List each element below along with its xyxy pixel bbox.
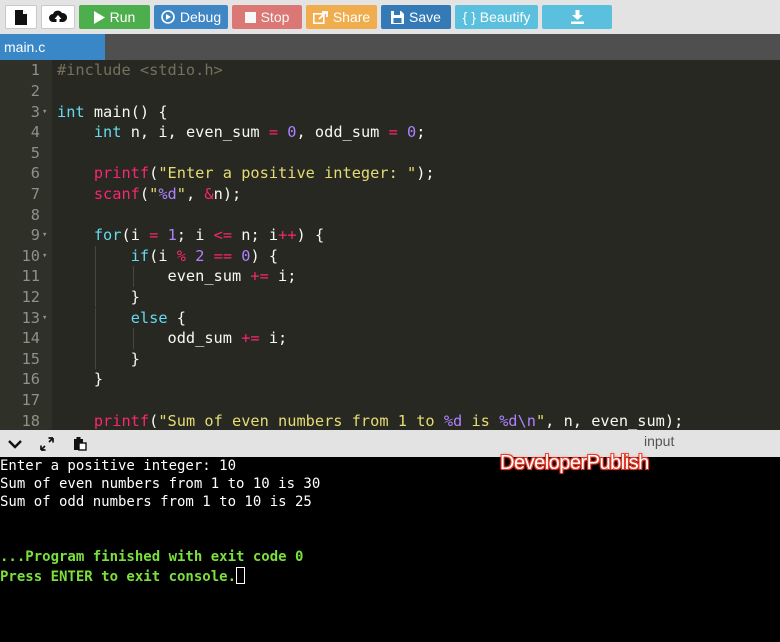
beautify-button[interactable]: { } Beautify bbox=[455, 5, 538, 29]
stop-button[interactable]: Stop bbox=[232, 5, 302, 29]
code-line[interactable]: 14 odd_sum += i; bbox=[0, 328, 780, 349]
run-label: Run bbox=[109, 9, 136, 25]
code-line[interactable]: 12 } bbox=[0, 286, 780, 308]
code-text: int main() { bbox=[57, 102, 168, 121]
line-number: 18 bbox=[21, 411, 40, 430]
play-icon bbox=[93, 10, 105, 24]
code-line[interactable]: 5 bbox=[0, 143, 780, 164]
code-text: printf("Enter a positive integer: "); bbox=[93, 164, 435, 183]
line-number: 13 bbox=[21, 308, 40, 327]
run-button[interactable]: Run bbox=[79, 5, 150, 29]
code-text: even_sum += i; bbox=[57, 267, 297, 286]
stop-icon bbox=[244, 11, 256, 23]
console-header: input bbox=[0, 430, 780, 457]
new-file-button[interactable] bbox=[5, 5, 37, 29]
code-line[interactable]: 4 int n, i, even_sum = 0, odd_sum = 0; bbox=[0, 122, 780, 143]
toolbar: Run Debug Stop Share Save { } Beautify bbox=[0, 0, 780, 34]
code-line[interactable]: 10 ▾ if(i % 2 == 0) { bbox=[0, 245, 780, 267]
download-button[interactable] bbox=[542, 5, 612, 29]
line-number: 16 bbox=[21, 370, 40, 389]
code-line[interactable]: 6 printf("Enter a positive integer: "); bbox=[0, 163, 780, 184]
debug-button[interactable]: Debug bbox=[154, 5, 228, 29]
console-line: Sum of even numbers from 1 to 10 is 30 bbox=[0, 476, 321, 492]
line-number: 3 bbox=[30, 102, 40, 121]
chevron-down-icon[interactable] bbox=[8, 437, 22, 455]
code-line[interactable]: 2 bbox=[0, 81, 780, 102]
line-number: 5 bbox=[30, 143, 40, 162]
beautify-label: { } Beautify bbox=[462, 9, 531, 25]
code-line[interactable]: 9 ▾ for(i = 1; i <= n; i++) { bbox=[0, 225, 780, 246]
console-prompt-text: Press ENTER to exit console. bbox=[0, 569, 237, 585]
line-number: 9 bbox=[30, 226, 40, 245]
line-number: 6 bbox=[30, 164, 40, 183]
code-text: odd_sum += i; bbox=[57, 329, 288, 348]
share-button[interactable]: Share bbox=[306, 5, 377, 29]
code-text: int n, i, even_sum = 0, odd_sum = 0; bbox=[93, 123, 426, 142]
code-line[interactable]: 8 bbox=[0, 205, 780, 226]
line-number: 4 bbox=[30, 123, 40, 142]
line-number: 17 bbox=[21, 390, 40, 409]
debug-icon bbox=[161, 10, 175, 24]
upload-button[interactable] bbox=[41, 5, 75, 29]
code-text: } bbox=[57, 370, 104, 389]
line-number: 8 bbox=[30, 205, 40, 224]
expand-icon[interactable] bbox=[40, 437, 54, 456]
console-prompt-line: Press ENTER to exit console. bbox=[0, 567, 246, 586]
line-number: 11 bbox=[21, 267, 40, 286]
floppy-disk-icon bbox=[391, 10, 405, 24]
code-line[interactable]: 17 bbox=[0, 390, 780, 411]
code-line[interactable]: 7 scanf("%d", &n); bbox=[0, 184, 780, 205]
line-number: 7 bbox=[30, 184, 40, 203]
code-text: if(i % 2 == 0) { bbox=[130, 246, 279, 265]
line-number: 2 bbox=[30, 81, 40, 100]
tab-main-c[interactable]: main.c bbox=[0, 34, 105, 60]
code-text: } bbox=[57, 287, 140, 306]
code-editor[interactable]: 1 #include <stdio.h> 2 3 ▾ int main() {4 int … bbox=[0, 60, 780, 430]
line-number: 1 bbox=[30, 61, 40, 80]
text-cursor bbox=[236, 567, 246, 584]
code-line[interactable]: 13 ▾ else { bbox=[0, 307, 780, 329]
fold-arrow-icon[interactable]: ▾ bbox=[42, 225, 47, 246]
file-tab-bar: main.c bbox=[0, 34, 780, 60]
line-number: 10 bbox=[21, 246, 40, 265]
code-line[interactable]: 1 #include <stdio.h> bbox=[0, 60, 780, 81]
file-icon bbox=[15, 9, 27, 25]
console-output[interactable]: Enter a positive integer: 10 Sum of even… bbox=[0, 457, 780, 642]
line-number: 15 bbox=[21, 349, 40, 368]
save-button[interactable]: Save bbox=[381, 5, 451, 29]
save-label: Save bbox=[409, 9, 441, 25]
code-line[interactable]: 16 } bbox=[0, 369, 780, 390]
code-text: for(i = 1; i <= n; i++) { bbox=[93, 226, 325, 245]
share-icon bbox=[312, 10, 328, 24]
cloud-upload-icon bbox=[49, 10, 67, 25]
code-line[interactable]: 15 } bbox=[0, 348, 780, 370]
share-label: Share bbox=[332, 9, 371, 25]
console-finished-line: ...Program finished with exit code 0 bbox=[0, 549, 304, 565]
code-line[interactable]: 3 ▾ int main() { bbox=[0, 102, 780, 123]
input-label[interactable]: input bbox=[644, 433, 674, 449]
console-line: Sum of odd numbers from 1 to 10 is 25 bbox=[0, 494, 312, 510]
code-line[interactable]: 18 printf("Sum of even numbers from 1 to… bbox=[0, 411, 780, 431]
code-text: printf("Sum of even numbers from 1 to %d… bbox=[93, 411, 684, 430]
console-line: Enter a positive integer: 10 bbox=[0, 458, 237, 474]
code-text: else { bbox=[130, 308, 186, 327]
code-text: scanf("%d", &n); bbox=[93, 184, 242, 203]
line-number: 12 bbox=[21, 287, 40, 306]
code-text: #include <stdio.h> bbox=[57, 61, 223, 80]
download-icon bbox=[570, 10, 584, 24]
watermark-logo: DeveloperPublish bbox=[500, 452, 649, 474]
fold-arrow-icon[interactable]: ▾ bbox=[42, 246, 47, 267]
stop-label: Stop bbox=[260, 9, 290, 25]
line-number: 14 bbox=[21, 329, 40, 348]
debug-label: Debug bbox=[179, 9, 222, 25]
code-line[interactable]: 11 even_sum += i; bbox=[0, 266, 780, 287]
fold-arrow-icon[interactable]: ▾ bbox=[42, 102, 47, 123]
clipboard-icon[interactable] bbox=[73, 436, 87, 456]
fold-arrow-icon[interactable]: ▾ bbox=[42, 308, 47, 329]
code-text: } bbox=[57, 349, 140, 368]
